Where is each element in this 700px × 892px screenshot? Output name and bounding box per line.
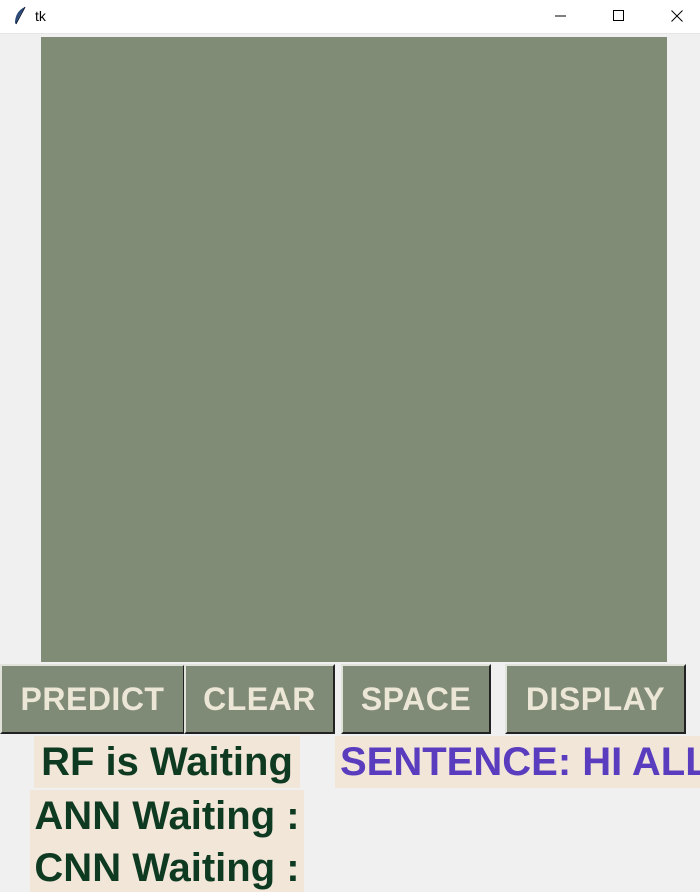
minimize-button[interactable] (538, 0, 584, 32)
predict-button[interactable]: PREDICT (0, 664, 185, 734)
cnn-status-label: CNN Waiting : (30, 842, 304, 892)
rf-status-label: RF is Waiting (34, 736, 300, 788)
close-icon (671, 10, 683, 22)
app-window: tk PREDICT CLEAR SPACE DISPLAY RF is Wai… (0, 0, 700, 892)
feather-icon (12, 6, 28, 26)
ann-status-label: ANN Waiting : (30, 790, 304, 842)
clear-button[interactable]: CLEAR (184, 664, 335, 734)
display-button[interactable]: DISPLAY (505, 664, 686, 734)
minimize-icon (555, 10, 567, 22)
drawing-canvas[interactable] (41, 37, 667, 662)
window-title: tk (35, 8, 46, 24)
sentence-label: SENTENCE: HI ALL (335, 736, 700, 788)
space-button[interactable]: SPACE (341, 664, 491, 734)
maximize-icon (613, 10, 625, 22)
maximize-button[interactable] (596, 0, 642, 32)
title-bar[interactable]: tk (0, 0, 700, 34)
close-button[interactable] (654, 0, 700, 32)
